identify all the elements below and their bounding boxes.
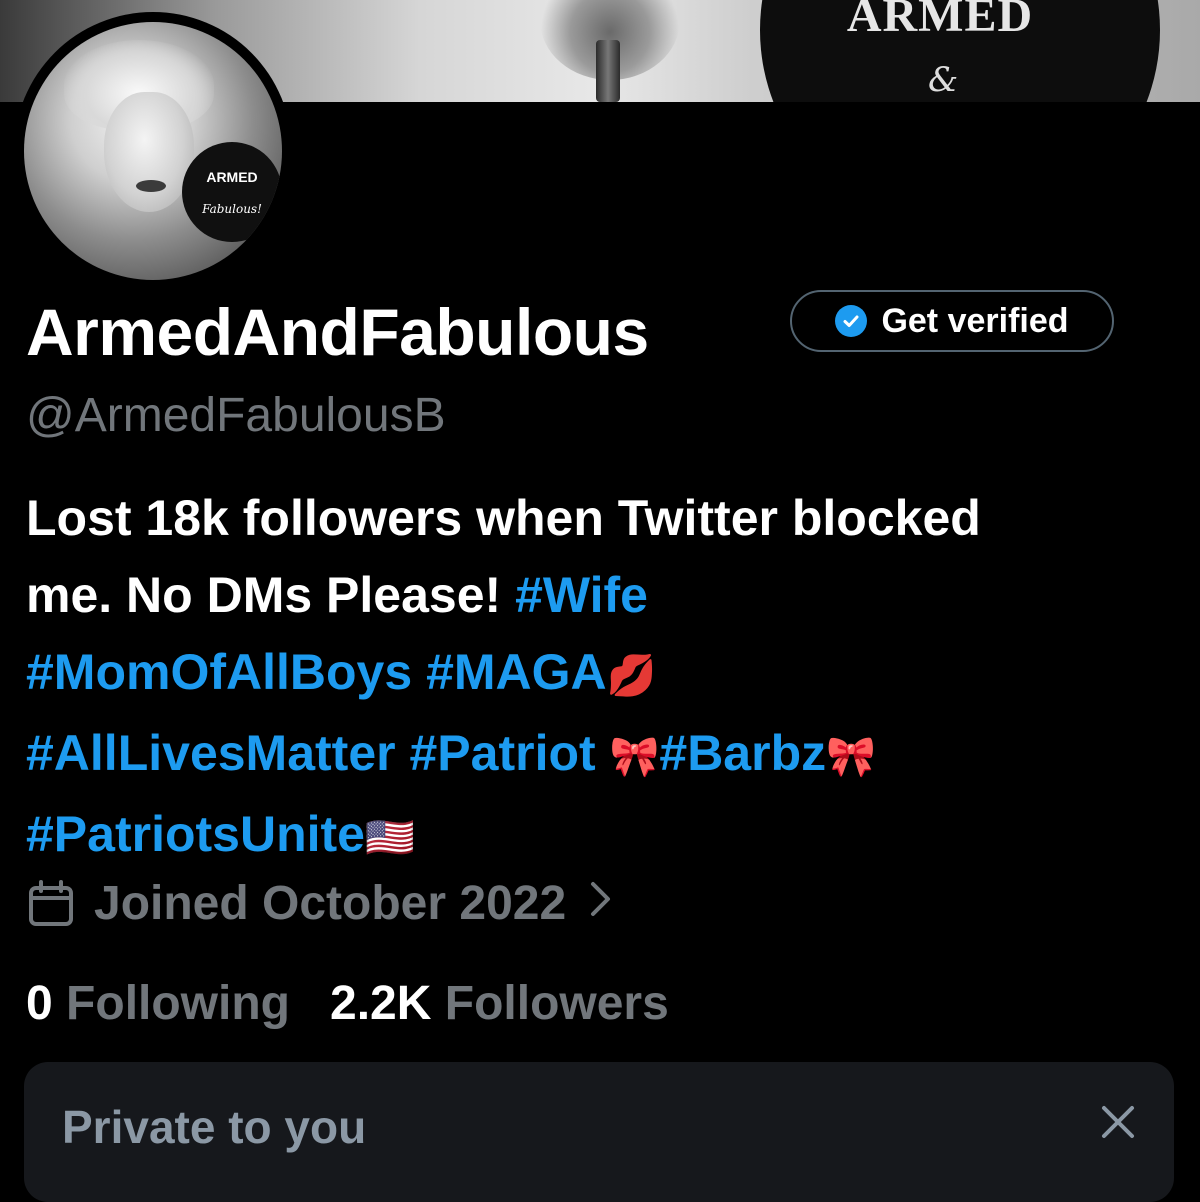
close-icon[interactable] [1098, 1102, 1138, 1142]
bio-line-4: #AllLivesMatter #Patriot 🎀#Barbz🎀 [26, 715, 1176, 796]
followers-label: Followers [444, 977, 669, 1030]
bio-line-3: #MomOfAllBoys #MAGA💋 [26, 634, 1176, 715]
bio-line-2: me. No DMs Please! #Wife [26, 557, 1176, 634]
banner-photo-lipstick [596, 40, 620, 102]
hashtag-link[interactable]: #MomOfAllBoys [26, 644, 412, 700]
avatar-badge-subtitle: Fabulous! [202, 202, 262, 216]
banner-logo-text: ARMED [846, 0, 1034, 42]
chevron-right-icon [588, 876, 614, 931]
joined-date-row[interactable]: Joined October 2022 [26, 876, 614, 931]
get-verified-label: Get verified [881, 301, 1069, 340]
hashtag-link[interactable]: #Wife [515, 567, 648, 623]
bio-line-1: Lost 18k followers when Twitter blocked [26, 490, 981, 546]
hashtag-link[interactable]: #PatriotsUnite [26, 806, 365, 862]
card-title: Private to you [62, 1101, 367, 1153]
get-verified-button[interactable]: Get verified [790, 290, 1114, 352]
calendar-icon [29, 879, 73, 926]
profile-bio: Lost 18k followers when Twitter blocked … [26, 480, 1176, 877]
ribbon-emoji: 🎀 [609, 735, 660, 779]
profile-display-name: ArmedAndFabulous [26, 295, 649, 369]
banner-logo-amp: & [928, 60, 959, 100]
kiss-emoji: 💋 [606, 654, 657, 698]
following-label: Following [66, 977, 290, 1030]
hashtag-link[interactable]: #Patriot [410, 725, 596, 781]
bio-text: me. No DMs Please! [26, 567, 516, 623]
follow-stats: 0 Following 2.2K Followers [26, 976, 669, 1031]
following-link[interactable]: 0 Following [26, 977, 290, 1030]
hashtag-link[interactable]: #Barbz [659, 725, 826, 781]
followers-link[interactable]: 2.2K Followers [330, 977, 669, 1030]
avatar-face [104, 92, 194, 212]
following-count: 0 [26, 977, 53, 1030]
avatar-badge-title: ARMED [206, 169, 258, 185]
followers-count: 2.2K [330, 977, 432, 1030]
hashtag-link[interactable]: #MAGA [426, 644, 607, 700]
private-to-you-card: Private to you [24, 1062, 1174, 1202]
hashtag-link[interactable]: #AllLivesMatter [26, 725, 396, 781]
us-flag-emoji: 🇺🇸 [364, 816, 415, 860]
avatar-logo-badge [182, 142, 282, 242]
ribbon-emoji: 🎀 [826, 735, 876, 779]
avatar-photo: ARMED Fabulous! [24, 22, 282, 280]
avatar-lips [136, 180, 166, 192]
joined-date-text: Joined October 2022 [94, 877, 567, 930]
profile-avatar[interactable]: ARMED Fabulous! [14, 12, 292, 290]
bio-line-5: #PatriotsUnite🇺🇸 [26, 796, 1176, 877]
verified-check-icon [835, 305, 868, 337]
profile-handle: @ArmedFabulousB [26, 389, 446, 442]
